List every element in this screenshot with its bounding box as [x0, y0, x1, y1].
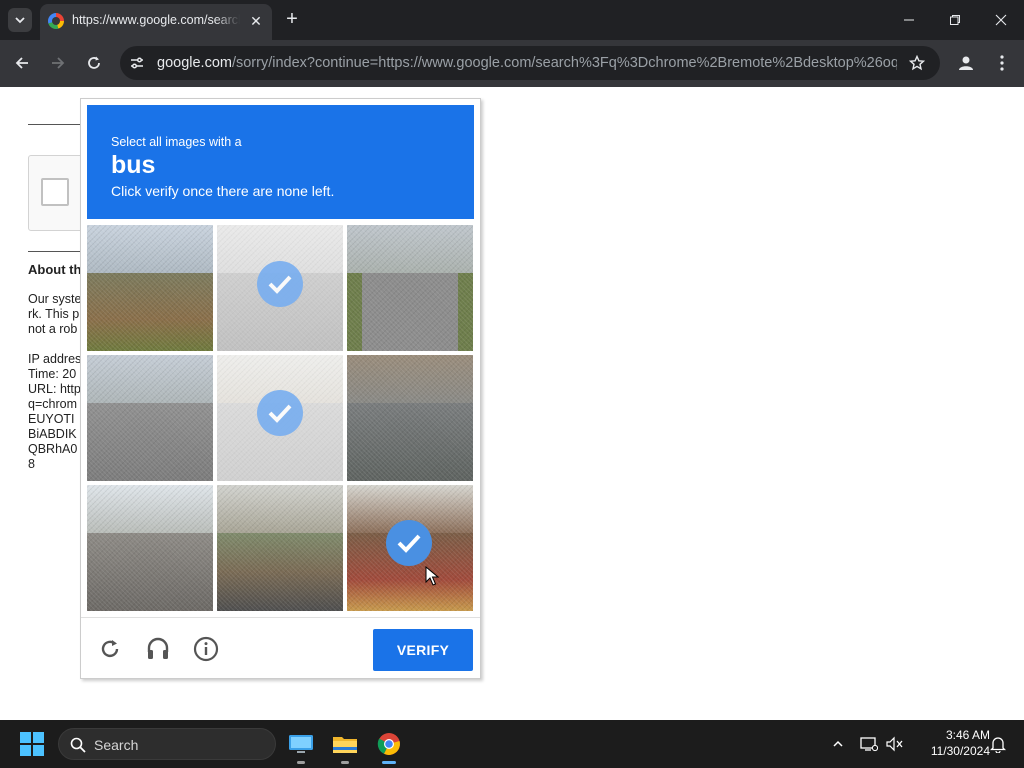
about-line: URL: http — [28, 382, 81, 396]
about-spacer — [28, 337, 88, 352]
forward-arrow-icon — [52, 57, 65, 69]
about-text: Our syste rk. This p not a rob IP addres… — [28, 292, 88, 472]
chrome-menu-button[interactable] — [990, 51, 1014, 75]
browser-toolbar: google.com/sorry/index?continue=https://… — [0, 40, 1024, 87]
image-grid — [87, 225, 474, 612]
network-icon — [860, 737, 878, 752]
start-button[interactable] — [20, 732, 44, 756]
network-status-button[interactable] — [857, 732, 881, 756]
about-line: q=chrom — [28, 397, 77, 411]
tile-6[interactable] — [347, 355, 473, 481]
search-icon — [69, 736, 87, 754]
about-heading: About th — [28, 262, 82, 277]
chrome-icon — [377, 733, 400, 755]
reload-icon — [88, 56, 100, 69]
challenge-header: Select all images with a bus Click verif… — [87, 105, 474, 219]
about-line: BiABDIK — [28, 427, 77, 441]
taskbar-app-chrome[interactable] — [373, 728, 405, 764]
url-path: /sorry/index?continue=https://www.google… — [231, 55, 897, 71]
restore-icon — [950, 15, 960, 25]
browser-tab[interactable]: https://www.google.com/search?q=chrome ✕ — [40, 4, 272, 40]
reload-icon — [101, 640, 119, 658]
about-line: EUYOTI — [28, 412, 75, 426]
taskbar-search[interactable]: Search — [58, 728, 276, 760]
tile-3[interactable] — [347, 225, 473, 351]
selected-check-icon — [257, 261, 303, 307]
selected-check-icon — [386, 520, 432, 566]
audio-challenge-button[interactable] — [145, 636, 171, 662]
kebab-menu-icon — [1000, 55, 1004, 71]
challenge-footer: VERIFY — [81, 617, 480, 678]
minimize-button[interactable] — [886, 0, 932, 40]
divider — [28, 124, 88, 125]
restore-button[interactable] — [932, 0, 978, 40]
tab-title: https://www.google.com/search?q=chrome — [72, 13, 240, 27]
about-line: QBRhA0 — [28, 442, 78, 456]
address-bar[interactable]: google.com/sorry/index?continue=https://… — [120, 46, 940, 80]
taskbar-app-file-explorer[interactable] — [329, 728, 361, 764]
close-icon — [995, 14, 1007, 26]
instruction-line: Select all images with a — [111, 135, 242, 149]
remote-desktop-icon — [289, 735, 313, 753]
forward-button[interactable] — [46, 51, 70, 75]
recaptcha-checkbox[interactable] — [41, 178, 69, 206]
chevron-down-icon — [15, 17, 25, 24]
taskbar-app-remote-desktop[interactable] — [285, 728, 317, 764]
about-line: not a rob — [28, 322, 78, 336]
target-object: bus — [111, 151, 156, 179]
taskbar: Search 3:46 AM 11/30/2024 — [0, 720, 1024, 768]
url-host: google.com — [157, 55, 232, 71]
url-text[interactable]: google.com/sorry/index?continue=https://… — [157, 55, 897, 71]
bell-icon — [990, 737, 1006, 753]
headphones-icon — [147, 637, 169, 659]
show-hidden-icons-button[interactable] — [826, 732, 850, 756]
search-placeholder: Search — [94, 737, 139, 753]
bookmark-star-icon[interactable] — [908, 54, 926, 72]
divider — [28, 251, 88, 252]
about-line: IP addres — [28, 352, 82, 366]
new-tab-button[interactable]: + — [282, 9, 302, 29]
minimize-icon — [904, 19, 914, 21]
instruction-subtext: Click verify once there are none left. — [111, 183, 335, 199]
tile-7[interactable] — [87, 485, 213, 611]
notifications-button[interactable] — [986, 732, 1010, 756]
google-favicon-icon — [48, 13, 64, 29]
about-line: Our syste — [28, 292, 82, 306]
clock[interactable]: 3:46 AM 11/30/2024 — [910, 727, 990, 759]
volume-button[interactable] — [883, 732, 907, 756]
tab-search-button[interactable] — [8, 8, 32, 32]
tab-strip: https://www.google.com/search?q=chrome ✕… — [0, 0, 1024, 40]
folder-icon — [333, 737, 357, 753]
verify-button[interactable]: VERIFY — [373, 629, 473, 671]
recaptcha-challenge: Select all images with a bus Click verif… — [80, 98, 481, 679]
info-icon — [193, 636, 219, 662]
clock-time: 3:46 AM — [945, 728, 990, 742]
clock-date: 11/30/2024 — [930, 744, 990, 758]
mouse-cursor-icon — [425, 566, 439, 586]
volume-muted-icon — [886, 736, 903, 752]
about-line: rk. This p — [28, 307, 80, 321]
back-arrow-icon — [15, 57, 28, 69]
tab-close-icon[interactable]: ✕ — [248, 13, 264, 29]
selected-check-icon — [257, 390, 303, 436]
tile-8[interactable] — [217, 485, 343, 611]
profile-icon — [959, 56, 973, 70]
about-line: 8 — [28, 457, 35, 471]
reload-challenge-button[interactable] — [97, 636, 123, 662]
close-window-button[interactable] — [978, 0, 1024, 40]
reload-button[interactable] — [82, 51, 106, 75]
tile-1[interactable] — [87, 225, 213, 351]
about-line: Time: 20 — [28, 367, 77, 381]
help-button[interactable] — [193, 636, 219, 662]
site-settings-icon[interactable] — [128, 54, 146, 72]
chevron-up-icon — [833, 740, 843, 747]
profile-button[interactable] — [954, 51, 978, 75]
back-button[interactable] — [10, 51, 34, 75]
tile-4[interactable] — [87, 355, 213, 481]
